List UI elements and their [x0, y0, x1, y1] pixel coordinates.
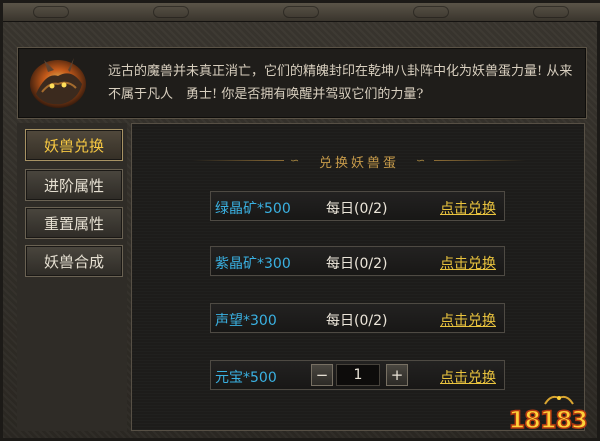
exchange-row: 声望*300 每日(0/2) 点击兑换 — [210, 303, 505, 333]
tab-advanced-attributes[interactable]: 进阶属性 — [25, 169, 123, 201]
quantity-input[interactable]: 1 — [336, 364, 380, 386]
item-cost: 绿晶矿*500 — [215, 201, 291, 217]
intro-panel: 远古的魔兽并未真正消亡，它们的精魄封印在乾坤八卦阵中化为妖兽蛋力量! 从来不属于… — [17, 47, 587, 119]
decrement-button[interactable]: − — [311, 364, 333, 386]
item-cost: 紫晶矿*300 — [215, 256, 291, 272]
exchange-button[interactable]: 点击兑换 — [440, 253, 496, 273]
daily-limit: 每日(0/2) — [326, 201, 388, 217]
swirl-ornament-icon: ∽ — [416, 154, 426, 167]
item-cost: 元宝*500 — [215, 370, 277, 386]
daily-limit: 每日(0/2) — [326, 256, 388, 272]
exchange-row: 绿晶矿*500 每日(0/2) 点击兑换 — [210, 191, 505, 221]
top-ornament-bar — [3, 3, 600, 22]
exchange-panel: ∽ 兑换妖兽蛋 ∽ 绿晶矿*500 每日(0/2) 点击兑换 紫晶矿*300 每… — [131, 123, 585, 431]
cloud-ornament-icon — [283, 6, 319, 18]
daily-limit: 每日(0/2) — [326, 313, 388, 329]
window-frame: 远古的魔兽并未真正消亡，它们的精魄封印在乾坤八卦阵中化为妖兽蛋力量! 从来不属于… — [0, 0, 600, 441]
watermark-logo: 18183 — [508, 405, 589, 435]
cloud-ornament-icon — [413, 6, 449, 18]
tab-reset-attributes[interactable]: 重置属性 — [25, 207, 123, 239]
exchange-button[interactable]: 点击兑换 — [440, 367, 496, 387]
title-divider-right — [434, 160, 526, 161]
exchange-row: 紫晶矿*300 每日(0/2) 点击兑换 — [210, 246, 505, 276]
sidebar: 妖兽兑换 进阶属性 重置属性 妖兽合成 — [17, 123, 127, 431]
tab-beast-synthesis[interactable]: 妖兽合成 — [25, 245, 123, 277]
tab-beast-exchange[interactable]: 妖兽兑换 — [25, 129, 123, 161]
cloud-ornament-icon — [33, 6, 69, 18]
intro-text: 远古的魔兽并未真正消亡，它们的精魄封印在乾坤八卦阵中化为妖兽蛋力量! 从来不属于… — [108, 64, 573, 102]
section-title: 兑换妖兽蛋 — [318, 156, 399, 171]
demon-beast-portrait-icon — [30, 58, 86, 108]
cloud-ornament-icon — [153, 6, 189, 18]
exchange-row: 元宝*500 − 1 + 点击兑换 — [210, 360, 505, 390]
exchange-button[interactable]: 点击兑换 — [440, 310, 496, 330]
watermark-ornament-icon — [544, 395, 574, 405]
cloud-ornament-icon — [533, 6, 569, 18]
increment-button[interactable]: + — [386, 364, 408, 386]
item-cost: 声望*300 — [215, 313, 277, 329]
exchange-button[interactable]: 点击兑换 — [440, 198, 496, 218]
